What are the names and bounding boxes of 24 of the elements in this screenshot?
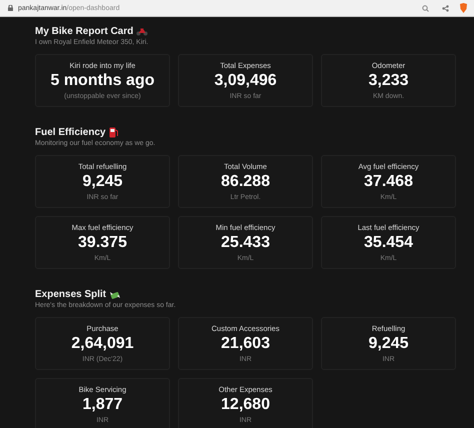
money-wings-icon bbox=[109, 290, 122, 300]
stat-value: 37.468 bbox=[364, 173, 413, 191]
lock-icon bbox=[8, 5, 13, 11]
stat-value: 12,680 bbox=[221, 396, 270, 414]
stat-value: 5 months ago bbox=[50, 72, 154, 90]
share-icon[interactable] bbox=[442, 4, 449, 12]
stat-value: 3,233 bbox=[368, 72, 409, 90]
shield-icon[interactable] bbox=[459, 3, 468, 13]
zoom-icon[interactable] bbox=[422, 4, 429, 12]
fuel-pump-icon bbox=[108, 127, 118, 138]
stat-value: 35.454 bbox=[364, 234, 413, 252]
stat-value: 86.288 bbox=[221, 173, 270, 191]
stat-value: 25.433 bbox=[221, 234, 270, 252]
motorcycle-icon bbox=[136, 27, 148, 36]
stat-value: 9,245 bbox=[368, 335, 409, 353]
section-title: My Bike Report Card bbox=[35, 26, 134, 37]
stat-value: 1,877 bbox=[82, 396, 123, 414]
stat-value: 9,245 bbox=[82, 173, 123, 191]
stat-value: 21,603 bbox=[221, 335, 270, 353]
section-title: Fuel Efficiency bbox=[35, 127, 106, 138]
stat-value: 2,64,091 bbox=[71, 335, 134, 353]
stat-value: 39.375 bbox=[78, 234, 127, 252]
section-title: Expenses Split bbox=[35, 289, 106, 300]
stat-value: 3,09,496 bbox=[214, 72, 277, 90]
